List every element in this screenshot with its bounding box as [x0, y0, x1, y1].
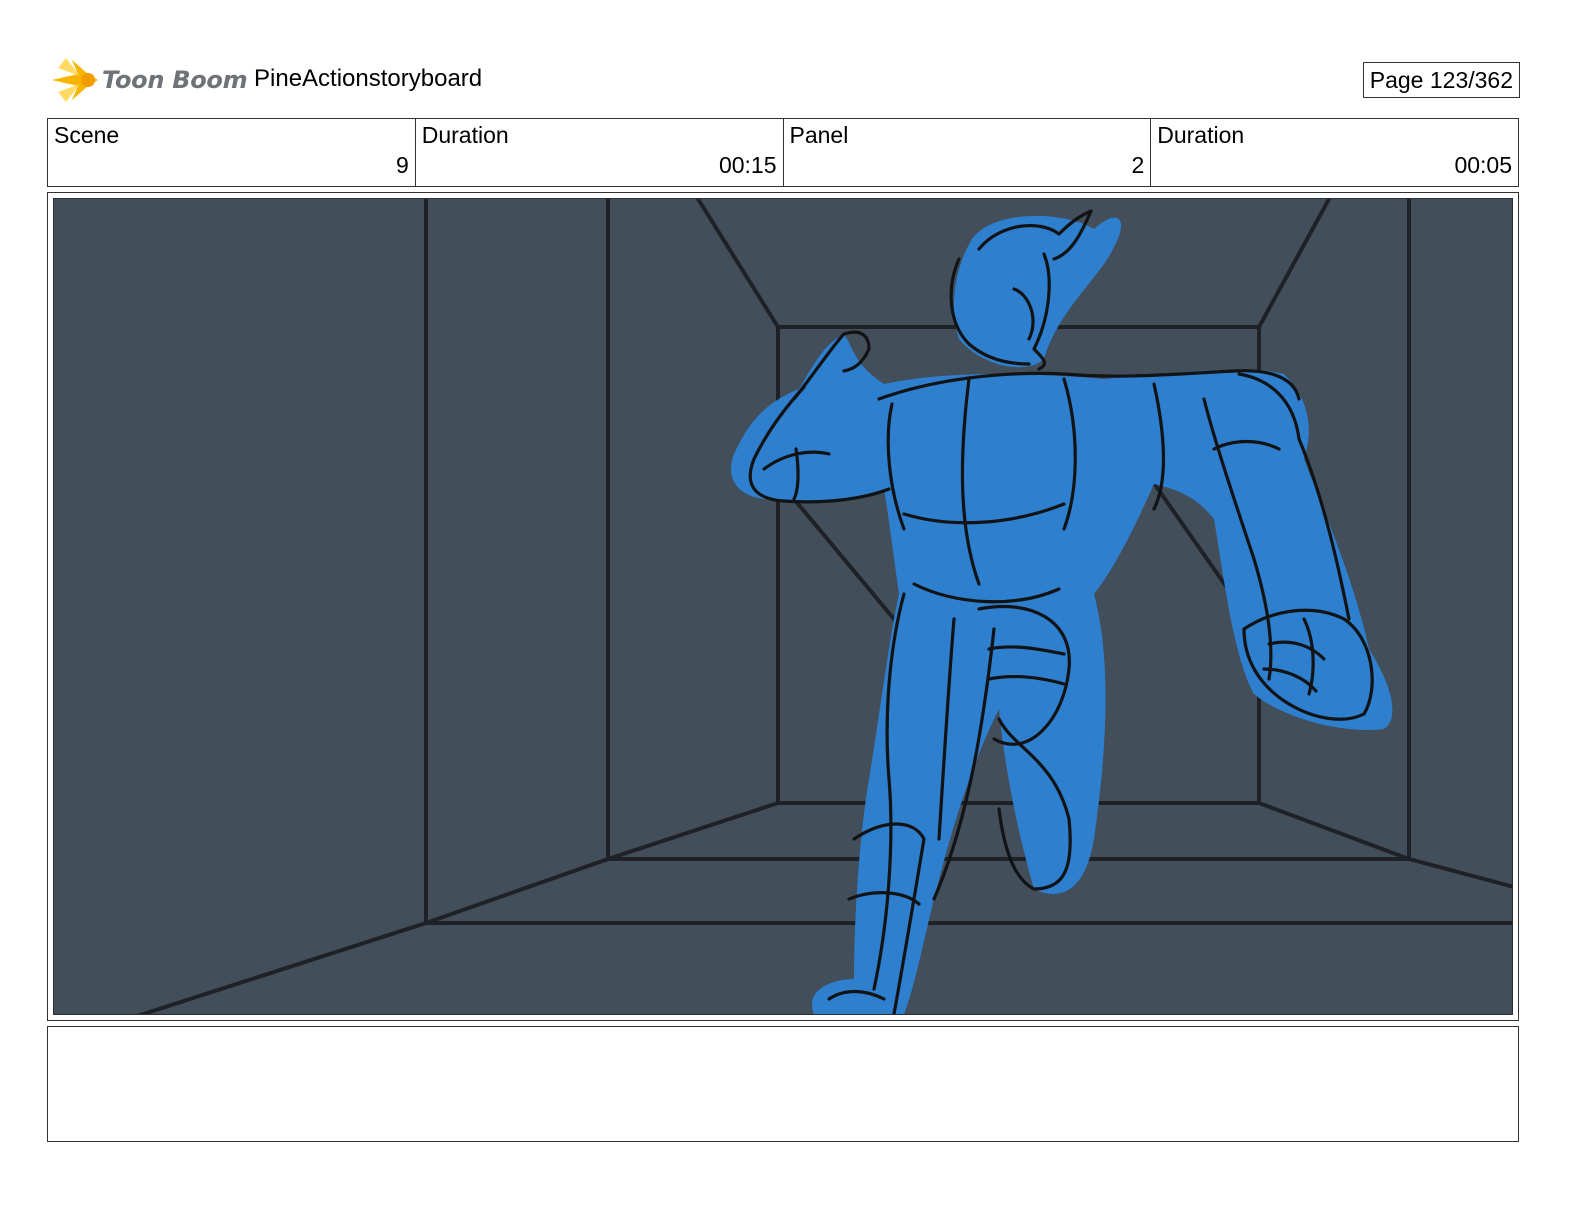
- starburst-icon: [52, 58, 98, 102]
- storyboard-drawing: [53, 198, 1513, 1015]
- panel-duration-cell: Duration 00:05: [1151, 119, 1518, 186]
- toon-boom-logo: Toon Boom: [48, 52, 248, 108]
- corridor-sketch: [136, 199, 1512, 1014]
- panel-duration-value: 00:05: [1454, 152, 1512, 178]
- panel-duration-label: Duration: [1157, 122, 1245, 148]
- scene-duration-label: Duration: [421, 122, 509, 148]
- logo-text: Toon Boom: [102, 66, 248, 94]
- scene-info-table: Scene 9 Duration 00:15 Panel 2 Duration …: [47, 118, 1519, 187]
- panel-value: 2: [1131, 152, 1145, 178]
- panel-notes-box: [47, 1026, 1519, 1142]
- scene-cell: Scene 9: [48, 119, 416, 186]
- page-number: Page 123/362: [1362, 62, 1520, 98]
- scene-label: Scene: [54, 122, 120, 148]
- panel-frame: [47, 192, 1519, 1021]
- panel-cell: Panel 2: [784, 119, 1152, 186]
- project-title: PineActionstoryboard: [254, 65, 483, 92]
- scene-duration-value: 00:15: [718, 152, 777, 178]
- page-header: Toon Boom PineActionstoryboard Page 123/…: [48, 52, 1520, 108]
- scene-value: 9: [395, 152, 409, 178]
- scene-duration-cell: Duration 00:15: [416, 119, 784, 186]
- character-fill: [731, 215, 1393, 1014]
- panel-label: Panel: [789, 122, 849, 148]
